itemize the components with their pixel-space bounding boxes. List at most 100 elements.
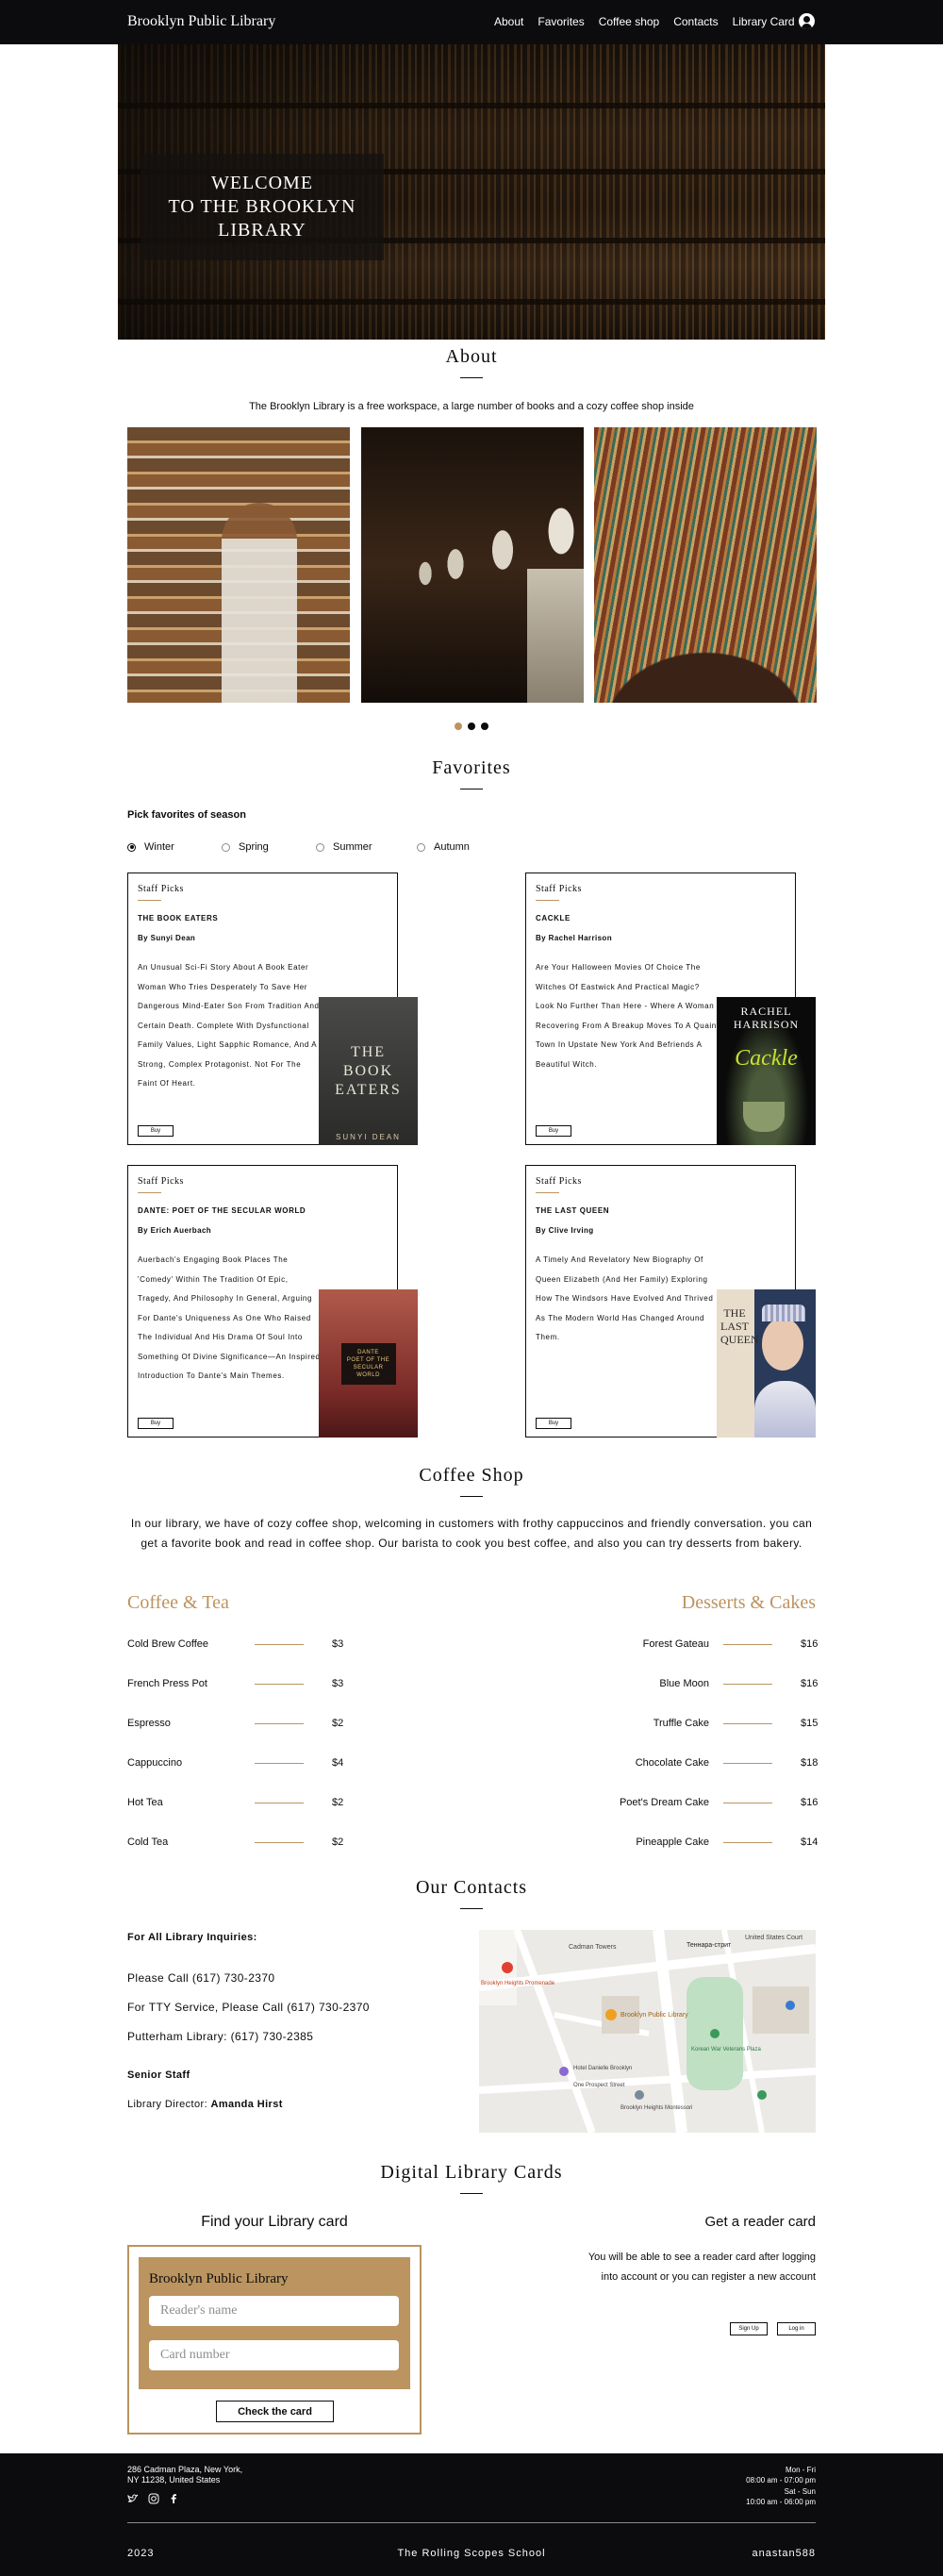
season-radio-autumn[interactable]: Autumn bbox=[417, 841, 470, 853]
director-name[interactable]: Amanda Hirst bbox=[211, 2099, 283, 2110]
login-button[interactable]: Log in bbox=[777, 2322, 816, 2335]
radio-icon bbox=[316, 842, 324, 852]
book-title: DANTE: POET OF THE SECULAR WORLD bbox=[138, 1206, 306, 1215]
season-radio-spring[interactable]: Spring bbox=[222, 841, 269, 853]
about-photo-reader bbox=[127, 427, 350, 703]
book-title: THE LAST QUEEN bbox=[536, 1206, 610, 1215]
reader-name-input[interactable]: Reader's name bbox=[149, 2296, 399, 2326]
coffee-menu-item: Cold Brew Coffee $3 bbox=[127, 1637, 343, 1652]
menu-dotted-line bbox=[255, 1683, 304, 1685]
book-description: Auerbach's engaging book places the 'Com… bbox=[138, 1255, 321, 1380]
carousel-dot[interactable] bbox=[468, 723, 475, 730]
menu-item-name: Hot Tea bbox=[127, 1797, 163, 1808]
dessert-menu-item: Chocolate Cake $18 bbox=[582, 1755, 819, 1770]
staff-picks-label: Staff Picks bbox=[138, 1176, 184, 1187]
menu-item-price: $2 bbox=[332, 1797, 344, 1808]
nav-contacts[interactable]: Contacts bbox=[673, 15, 718, 28]
accent-line bbox=[536, 900, 559, 901]
nav-favorites[interactable]: Favorites bbox=[538, 15, 584, 28]
location-map[interactable]: Cadman Towers Теннара-стрит United State… bbox=[479, 1930, 816, 2133]
nav-about[interactable]: About bbox=[494, 15, 523, 28]
map-label: United States Court bbox=[745, 1935, 802, 1941]
menu-item-name: Poet's Dream Cake bbox=[619, 1797, 709, 1808]
coffee-menu-item: Espresso $2 bbox=[127, 1716, 343, 1731]
menu-dotted-line bbox=[723, 1762, 772, 1764]
coffee-title: Coffee Shop bbox=[419, 1465, 524, 1486]
instagram-icon[interactable] bbox=[148, 2493, 159, 2504]
book-cover: DANTE POET OF THE SECULAR WORLD bbox=[319, 1289, 418, 1438]
find-card-heading: Find your Library card bbox=[201, 2214, 348, 2230]
map-label: Теннара-стрит bbox=[687, 1942, 732, 1949]
card-number-input[interactable]: Card number bbox=[149, 2340, 399, 2370]
carousel-dot[interactable] bbox=[481, 723, 488, 730]
carousel-dot[interactable] bbox=[455, 723, 462, 730]
menu-item-price: $16 bbox=[801, 1678, 819, 1689]
menu-dotted-line bbox=[723, 1683, 772, 1685]
season-radio-winter[interactable]: Winter bbox=[127, 841, 174, 853]
menu-item-name: French Press Pot bbox=[127, 1678, 207, 1689]
map-graphic: Cadman Towers Теннара-стрит United State… bbox=[479, 1930, 816, 2133]
coffee-text: In our library, we have of cozy coffee s… bbox=[130, 1517, 813, 1550]
cover-author: SUNYI DEAN bbox=[336, 1133, 401, 1141]
twitter-icon[interactable] bbox=[127, 2493, 139, 2504]
site-logo[interactable]: Brooklyn Public Library bbox=[127, 13, 275, 30]
welcome-text: WELCOME TO THE BROOKLYN LIBRARY bbox=[168, 173, 356, 241]
buy-button[interactable]: Buy bbox=[138, 1125, 174, 1137]
buy-button[interactable]: Buy bbox=[536, 1125, 571, 1137]
crown-illustration bbox=[762, 1305, 805, 1321]
get-card-heading: Get a reader card bbox=[704, 2214, 816, 2230]
menu-item-name: Cold Brew Coffee bbox=[127, 1638, 209, 1650]
dessert-menu-item: Truffle Cake $15 bbox=[582, 1716, 819, 1731]
book-description: A timely and revelatory new biography of… bbox=[536, 1255, 714, 1341]
get-card-text: You will be able to see a reader card af… bbox=[587, 2252, 816, 2283]
menu-item-name: Chocolate Cake bbox=[635, 1757, 709, 1769]
book-title: CACKLE bbox=[536, 914, 571, 922]
book-title: THE BOOK EATERS bbox=[138, 914, 219, 922]
author-link[interactable]: anastan588 bbox=[753, 2548, 817, 2559]
favorites-title: Favorites bbox=[432, 757, 511, 778]
main-nav: About Favorites Coffee shop Contacts Lib… bbox=[494, 15, 809, 28]
weekday-hours: Mon - Fri 08:00 am - 07:00 pm bbox=[746, 2466, 816, 2485]
accent-line bbox=[536, 1192, 559, 1193]
menu-dotted-line bbox=[723, 1841, 772, 1843]
signup-button[interactable]: Sign Up bbox=[730, 2322, 768, 2335]
find-card-form: Brooklyn Public Library Reader's name Ca… bbox=[127, 2245, 422, 2435]
footer-address: 286 Cadman Plaza, New York, NY 11238, Un… bbox=[127, 2465, 243, 2485]
menu-item-price: $2 bbox=[332, 1718, 344, 1729]
menu-item-name: Pineapple Cake bbox=[636, 1836, 709, 1848]
putterham-phone-link[interactable]: Putterham Library: (617) 730-2385 bbox=[127, 2030, 313, 2043]
season-radio-summer[interactable]: Summer bbox=[316, 841, 372, 853]
about-text: The Brooklyn Library is a free workspace… bbox=[249, 401, 694, 412]
map-label: Brooklyn Heights Promenade bbox=[481, 1981, 555, 1986]
cover-title: DANTE POET OF THE SECULAR WORLD bbox=[340, 1342, 396, 1385]
menu-dotted-line bbox=[723, 1643, 772, 1645]
menu-item-name: Cappuccino bbox=[127, 1757, 183, 1769]
pick-season-label: Pick favorites of season bbox=[127, 809, 246, 821]
nav-library-card[interactable]: Library Card bbox=[733, 15, 795, 28]
buy-button[interactable]: Buy bbox=[536, 1418, 571, 1429]
menu-item-price: $18 bbox=[801, 1757, 819, 1769]
facebook-icon[interactable] bbox=[168, 2493, 179, 2504]
tty-phone-link[interactable]: For TTY Service, Please Call (617) 730-2… bbox=[127, 2001, 370, 2014]
phone-link[interactable]: Please Call (617) 730-2370 bbox=[127, 1971, 275, 1985]
footer-divider bbox=[127, 2522, 816, 2523]
coffee-tea-title: Coffee & Tea bbox=[127, 1592, 229, 1613]
profile-icon[interactable] bbox=[799, 13, 815, 29]
book-description: Are your Halloween movies of choice The … bbox=[536, 963, 720, 1069]
coffee-menu-item: Cappuccino $4 bbox=[127, 1755, 343, 1770]
director-line: Library Director: Amanda Hirst bbox=[127, 2099, 283, 2110]
map-label: Korean War Veterans Plaza bbox=[691, 2047, 761, 2052]
about-photo-busts bbox=[361, 427, 584, 703]
menu-dotted-line bbox=[255, 1643, 304, 1645]
radio-icon bbox=[222, 842, 230, 852]
menu-item-name: Truffle Cake bbox=[653, 1718, 709, 1729]
season-label: Spring bbox=[239, 841, 269, 853]
staff-picks-label: Staff Picks bbox=[536, 884, 582, 894]
check-card-button[interactable]: Check the card bbox=[216, 2401, 334, 2422]
desserts-title: Desserts & Cakes bbox=[681, 1592, 816, 1613]
menu-dotted-line bbox=[255, 1762, 304, 1764]
book-cover: THE LAST QUEEN bbox=[717, 1289, 816, 1438]
nav-coffee-shop[interactable]: Coffee shop bbox=[599, 15, 660, 28]
map-label: Cadman Towers bbox=[569, 1944, 617, 1951]
buy-button[interactable]: Buy bbox=[138, 1418, 174, 1429]
